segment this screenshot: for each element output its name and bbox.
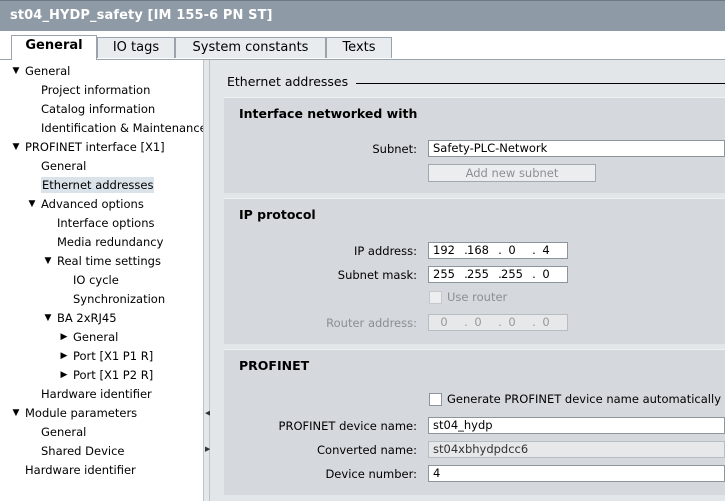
tab-io-tags[interactable]: IO tags [97,37,175,58]
tree-item-interface-general[interactable]: General [41,157,86,175]
tree-item-media-redundancy[interactable]: Media redundancy [57,233,163,251]
profinet-panel: PROFINET Generate PROFINET device name a… [224,349,725,495]
tree-item-catalog-information[interactable]: Catalog information [41,100,155,118]
subnet-label: Subnet: [372,142,417,156]
router-address-field[interactable]: 0. 0. 0. 0 [428,314,568,331]
ip-protocol-panel: IP protocol IP address: 192. 168. 0. 4 S… [224,198,725,344]
tree-item-advanced-options[interactable]: ▼ Advanced options [29,195,144,213]
tab-system-constants[interactable]: System constants [175,37,326,58]
window-title-bar: st04_HYDP_safety [IM 155-6 PN ST] [0,0,725,31]
tab-strip: General IO tags System constants Texts [0,31,725,60]
use-router-label: Use router [447,290,508,304]
tree-item-ba-2xrj45[interactable]: ▼ BA 2xRJ45 [45,309,117,327]
interface-networked-title: Interface networked with [239,106,418,121]
subnet-mask-field[interactable]: 255. 255. 255. 0 [428,266,568,283]
tree-item-ethernet-addresses[interactable]: Ethernet addresses [41,176,155,194]
tree-item-shared-device[interactable]: Shared Device [41,442,124,460]
device-number-label: Device number: [325,467,417,481]
generate-name-label: Generate PROFINET device name automatica… [447,392,721,406]
tree-item-general[interactable]: ▼ General [13,62,71,80]
ip-address-field[interactable]: 192. 168. 0. 4 [428,242,568,259]
tree-item-port-p1[interactable]: ▶ Port [X1 P1 R] [61,347,154,365]
section-title: Ethernet addresses [227,74,349,89]
tree-item-io-cycle[interactable]: IO cycle [73,271,119,289]
interface-networked-panel: Interface networked with Subnet: Safety-… [224,97,725,193]
collapse-arrow-icon[interactable]: ▶ [59,366,69,384]
panel-splitter[interactable]: ◀ ▶ [203,60,210,501]
converted-name-field: st04xbhydpdcc6 [428,441,725,458]
subnet-field[interactable]: Safety-PLC-Network [428,140,725,157]
device-number-field[interactable]: 4 [428,465,725,482]
router-address-label: Router address: [326,316,417,330]
tree-item-identification-maintenance[interactable]: Identification & Maintenance [41,119,207,137]
generate-name-checkbox[interactable] [429,393,442,406]
device-name-field[interactable]: st04_hydp [428,417,725,434]
converted-name-label: Converted name: [317,443,417,457]
properties-content: Ethernet addresses Interface networked w… [210,60,725,501]
add-new-subnet-button[interactable]: Add new subnet [428,164,596,182]
window-title: st04_HYDP_safety [IM 155-6 PN ST] [10,8,273,23]
device-name-label: PROFINET device name: [278,419,417,433]
tab-texts[interactable]: Texts [326,37,392,58]
tree-item-port-p2[interactable]: ▶ Port [X1 P2 R] [61,366,154,384]
tree-item-hardware-identifier[interactable]: Hardware identifier [25,461,136,479]
tab-general[interactable]: General [11,35,97,60]
expand-arrow-icon[interactable]: ▼ [11,62,21,80]
tree-item-real-time-settings[interactable]: ▼ Real time settings [45,252,161,270]
tree-item-profinet-interface[interactable]: ▼ PROFINET interface [X1] [13,138,165,156]
tree-item-ba-general[interactable]: ▶ General [61,328,119,346]
tree-item-synchronization[interactable]: Synchronization [73,290,165,308]
ip-protocol-title: IP protocol [239,207,316,222]
expand-arrow-icon[interactable]: ▼ [11,138,21,156]
collapse-arrow-icon[interactable]: ▶ [59,328,69,346]
subnet-mask-label: Subnet mask: [337,268,417,282]
tree-item-module-general[interactable]: General [41,423,86,441]
tree-item-interface-hardware-identifier[interactable]: Hardware identifier [41,385,152,403]
ip-address-label: IP address: [353,244,417,258]
expand-arrow-icon[interactable]: ▼ [43,309,53,327]
collapse-arrow-icon[interactable]: ▶ [59,347,69,365]
tree-item-project-information[interactable]: Project information [41,81,150,99]
expand-arrow-icon[interactable]: ▼ [43,252,53,270]
tree-item-interface-options[interactable]: Interface options [57,214,155,232]
navigation-tree: ▼ General Project information Catalog inf… [0,60,207,501]
expand-arrow-icon[interactable]: ▼ [11,404,21,422]
tree-item-module-parameters[interactable]: ▼ Module parameters [13,404,138,422]
use-router-checkbox[interactable] [429,291,442,304]
section-divider [356,83,725,84]
profinet-title: PROFINET [239,358,310,373]
expand-arrow-icon[interactable]: ▼ [27,195,37,213]
